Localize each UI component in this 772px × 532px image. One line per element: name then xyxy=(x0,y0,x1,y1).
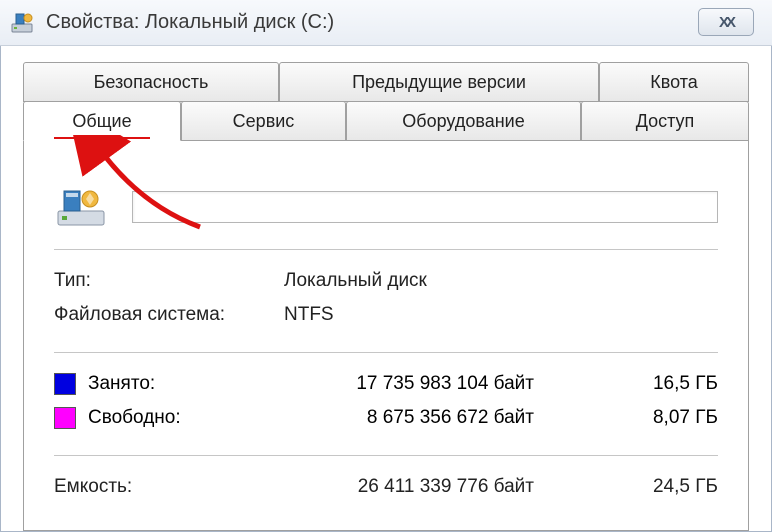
capacity-label: Емкость: xyxy=(54,476,284,498)
free-space-row: Свободно: 8 675 356 672 байт 8,07 ГБ xyxy=(54,401,718,435)
filesystem-value: NTFS xyxy=(284,304,334,326)
window-body: Безопасность Предыдущие версии Квота Общ… xyxy=(0,46,772,532)
tab-previous-versions[interactable]: Предыдущие версии xyxy=(279,62,599,102)
tab-container: Безопасность Предыдущие версии Квота Общ… xyxy=(23,62,749,141)
free-space-bytes: 8 675 356 672 байт xyxy=(284,407,534,429)
capacity-row: Емкость: 26 411 339 776 байт 24,5 ГБ xyxy=(54,470,718,504)
used-space-row: Занято: 17 735 983 104 байт 16,5 ГБ xyxy=(54,367,718,401)
filesystem-label: Файловая система: xyxy=(54,304,284,326)
capacity-gb: 24,5 ГБ xyxy=(534,476,718,498)
general-panel: Тип: Локальный диск Файловая система: NT… xyxy=(23,141,749,531)
divider-3 xyxy=(54,455,718,456)
tab-general[interactable]: Общие xyxy=(23,101,181,141)
tab-security[interactable]: Безопасность xyxy=(23,62,279,102)
tab-hardware[interactable]: Оборудование xyxy=(346,101,581,141)
drive-name-row xyxy=(54,185,718,229)
window-title: Свойства: Локальный диск (C:) xyxy=(46,11,334,34)
type-row: Тип: Локальный диск xyxy=(54,264,718,298)
filesystem-row: Файловая система: NTFS xyxy=(54,298,718,332)
type-label: Тип: xyxy=(54,270,284,292)
used-space-gb: 16,5 ГБ xyxy=(534,373,718,395)
divider-1 xyxy=(54,249,718,250)
tab-row-back: Безопасность Предыдущие версии Квота xyxy=(23,62,749,102)
active-tab-underline xyxy=(54,137,150,139)
free-space-label: Свободно: xyxy=(88,407,284,429)
type-value: Локальный диск xyxy=(284,270,427,292)
tab-quota[interactable]: Квота xyxy=(599,62,749,102)
tab-sharing[interactable]: Доступ xyxy=(581,101,749,141)
capacity-bytes: 26 411 339 776 байт xyxy=(284,476,534,498)
used-space-swatch xyxy=(54,373,76,395)
free-space-gb: 8,07 ГБ xyxy=(534,407,718,429)
free-space-swatch xyxy=(54,407,76,429)
drive-icon xyxy=(54,185,110,229)
used-space-bytes: 17 735 983 104 байт xyxy=(284,373,534,395)
used-space-label: Занято: xyxy=(88,373,284,395)
tab-row-front: Общие Сервис Оборудование Доступ xyxy=(23,101,749,141)
drive-name-input[interactable] xyxy=(132,191,718,223)
close-icon: XX xyxy=(719,14,733,31)
titlebar: Свойства: Локальный диск (C:) XX xyxy=(0,0,772,46)
tab-tools[interactable]: Сервис xyxy=(181,101,346,141)
close-button[interactable]: XX xyxy=(698,8,754,36)
divider-2 xyxy=(54,352,718,353)
drive-properties-icon xyxy=(10,10,36,36)
